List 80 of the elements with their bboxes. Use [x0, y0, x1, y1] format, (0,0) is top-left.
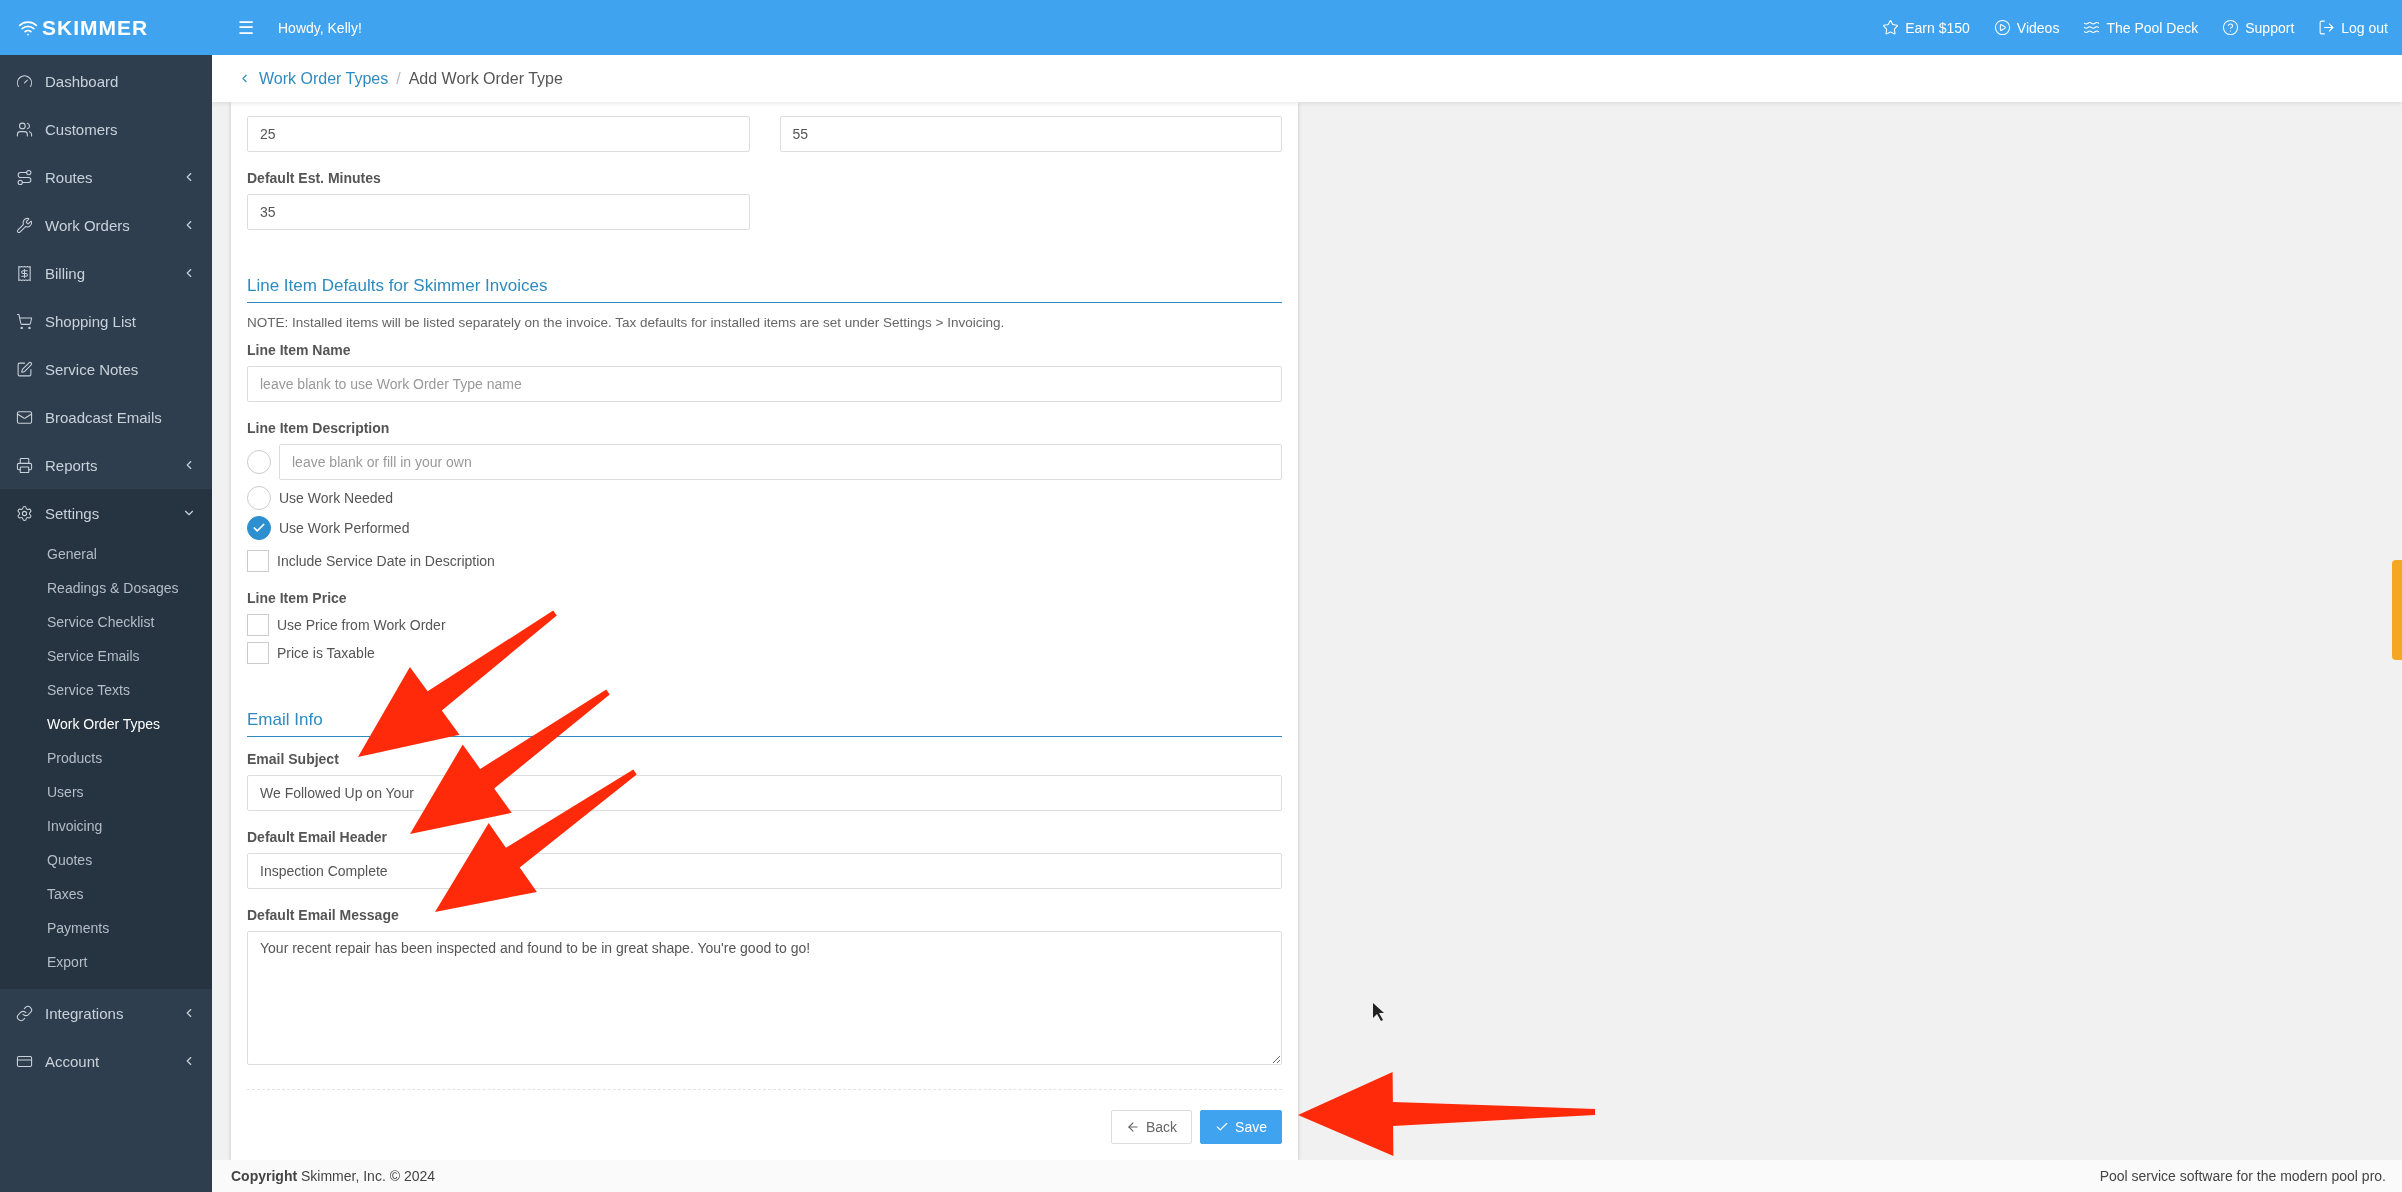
wrench-icon	[16, 216, 33, 234]
star-icon	[1882, 19, 1900, 36]
input-field[interactable]: 25	[247, 116, 750, 152]
option-label: Use Price from Work Order	[277, 617, 446, 633]
submenu-item[interactable]: Invoicing	[0, 809, 212, 843]
sidebar-item[interactable]: Dashboard	[0, 57, 212, 105]
checkbox[interactable]	[247, 550, 269, 572]
submenu-item[interactable]: Work Order Types	[0, 707, 212, 741]
field-label: Line Item Description	[247, 420, 391, 436]
submenu-item[interactable]: Readings & Dosages	[0, 571, 212, 605]
arrow-left-icon	[1125, 1120, 1140, 1134]
side-tab[interactable]	[2392, 560, 2402, 660]
breadcrumb-link[interactable]: Work Order Types	[238, 69, 389, 88]
option-label: Price is Taxable	[277, 645, 375, 661]
section-heading: Line Item Defaults for Skimmer Invoices	[247, 276, 1282, 303]
route-icon	[16, 168, 33, 186]
sidebar-item[interactable]: Settings	[0, 489, 212, 537]
note-text: NOTE: Installed items will be listed separately on the invoice. Tax defaults for installed items are set under Settings > Invoicing.	[247, 315, 1006, 330]
field-label: Line Item Price	[247, 590, 348, 606]
field-label: Default Email Message	[247, 907, 400, 923]
submenu-item[interactable]: Service Texts	[0, 673, 212, 707]
option-label: Use Work Performed	[279, 520, 410, 536]
radio-button[interactable]	[247, 516, 271, 540]
input-field[interactable]: 35	[247, 194, 750, 230]
play-icon	[1993, 19, 2011, 36]
sidebar-item[interactable]: Integrations	[0, 989, 212, 1037]
greeting-text: Howdy, Kelly!	[278, 19, 362, 36]
gauge-icon	[16, 72, 33, 90]
printer-icon	[16, 456, 33, 474]
input-field[interactable]: leave blank or fill in your own	[279, 444, 1282, 480]
message-field[interactable]: Your recent repair has been inspected and found to be in great shape. You're good to go!	[247, 931, 1282, 1065]
sidebar-item[interactable]: Shopping List	[0, 297, 212, 345]
cursor-icon	[1373, 1003, 1384, 1021]
submenu-item[interactable]: General	[0, 537, 212, 571]
pen-icon	[16, 360, 33, 378]
input-field[interactable]: We Followed Up on Your	[247, 775, 1282, 811]
submenu-item[interactable]: Quotes	[0, 843, 212, 877]
breadcrumb-separator: /	[396, 69, 401, 88]
submenu-item[interactable]: Users	[0, 775, 212, 809]
radio-button[interactable]	[247, 450, 271, 474]
mail-icon	[16, 408, 33, 426]
help-icon	[2222, 19, 2240, 36]
cart-icon	[16, 312, 33, 330]
option-label: Include Service Date in Description	[277, 553, 495, 569]
checkbox[interactable]	[247, 642, 269, 664]
field-label: Line Item Name	[247, 342, 352, 358]
submenu-item[interactable]: Taxes	[0, 877, 212, 911]
input-field[interactable]: Inspection Complete	[247, 853, 1282, 889]
copyright-text: Copyright Skimmer, Inc. © 2024	[231, 1168, 436, 1184]
link-icon	[16, 1004, 33, 1022]
field-label: Email Subject	[247, 751, 340, 767]
option-label: Use Work Needed	[279, 490, 394, 506]
settings-icon	[16, 504, 33, 522]
radio-button[interactable]	[247, 486, 271, 510]
logout-icon	[2318, 19, 2336, 36]
users-icon	[16, 120, 33, 138]
sidebar-item[interactable]: Service Notes	[0, 345, 212, 393]
submenu-item[interactable]: Payments	[0, 911, 212, 945]
input-field[interactable]: leave blank to use Work Order Type name	[247, 366, 1282, 402]
sidebar-item[interactable]: Routes	[0, 153, 212, 201]
breadcrumb-current: Add Work Order Type	[408, 69, 563, 88]
submenu-item[interactable]: Service Checklist	[0, 605, 212, 639]
check-icon	[1215, 1120, 1230, 1134]
submenu-item[interactable]: Products	[0, 741, 212, 775]
sidebar-item[interactable]: Work Orders	[0, 201, 212, 249]
sidebar-item[interactable]: Broadcast Emails	[0, 393, 212, 441]
receipt-icon	[16, 264, 33, 282]
submenu-item[interactable]: Export	[0, 945, 212, 979]
back-button[interactable]: Back	[1110, 1110, 1193, 1144]
submenu-item[interactable]: Service Emails	[0, 639, 212, 673]
sidebar-item[interactable]: Reports	[0, 441, 212, 489]
sidebar-item[interactable]: Account	[0, 1037, 212, 1085]
input-field[interactable]: 55	[779, 116, 1282, 152]
field-label: Default Est. Minutes	[247, 170, 382, 186]
sidebar-item[interactable]: Billing	[0, 249, 212, 297]
sidebar-item[interactable]: Customers	[0, 105, 212, 153]
checkbox[interactable]	[247, 614, 269, 636]
tagline-text: Pool service software for the modern pool pro.	[2099, 1168, 2386, 1184]
field-label: Default Email Header	[247, 829, 389, 845]
check-icon	[252, 521, 266, 535]
